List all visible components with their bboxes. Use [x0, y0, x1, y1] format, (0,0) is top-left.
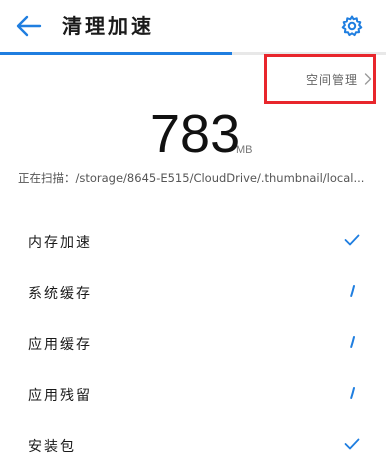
space-management-link[interactable]: 空间管理 [268, 64, 372, 94]
loading-spinner-icon [340, 279, 364, 303]
list-item[interactable]: 内存加速 [0, 216, 386, 267]
list-item-label: 应用残留 [28, 388, 92, 404]
cleanup-category-list: 内存加速系统缓存应用缓存应用残留安装包 [0, 216, 386, 453]
checkmark-icon [340, 228, 364, 252]
page-title: 清理加速 [62, 14, 154, 38]
junk-size-unit: MB [236, 144, 253, 156]
list-item-label: 系统缓存 [28, 286, 92, 302]
cleanup-screen: 清理加速 空间管理 783 MB 正在扫描：/storage/8645-E515… [0, 0, 386, 453]
loading-spinner-icon [340, 330, 364, 354]
list-item[interactable]: 系统缓存 [0, 267, 386, 318]
list-item[interactable]: 应用缓存 [0, 318, 386, 369]
scan-progress-fill [0, 52, 232, 55]
checkmark-icon [340, 432, 364, 453]
space-management-label: 空间管理 [305, 72, 358, 87]
size-summary: 783 MB [0, 104, 386, 164]
scan-status-text: 正在扫描：/storage/8645-E515/CloudDrive/.thum… [18, 171, 365, 185]
list-item-label: 内存加速 [28, 235, 92, 251]
junk-size-value: 783 [150, 104, 241, 164]
list-item-label: 安装包 [28, 439, 76, 453]
list-item[interactable]: 安装包 [0, 420, 386, 453]
loading-spinner-icon [340, 381, 364, 405]
arrow-left-icon [16, 15, 42, 37]
chevron-right-icon [364, 73, 372, 85]
header: 清理加速 [0, 0, 386, 52]
gear-icon [341, 15, 363, 37]
list-item-label: 应用缓存 [28, 337, 92, 353]
back-button[interactable] [14, 12, 44, 40]
settings-button[interactable] [338, 12, 366, 40]
list-item[interactable]: 应用残留 [0, 369, 386, 420]
